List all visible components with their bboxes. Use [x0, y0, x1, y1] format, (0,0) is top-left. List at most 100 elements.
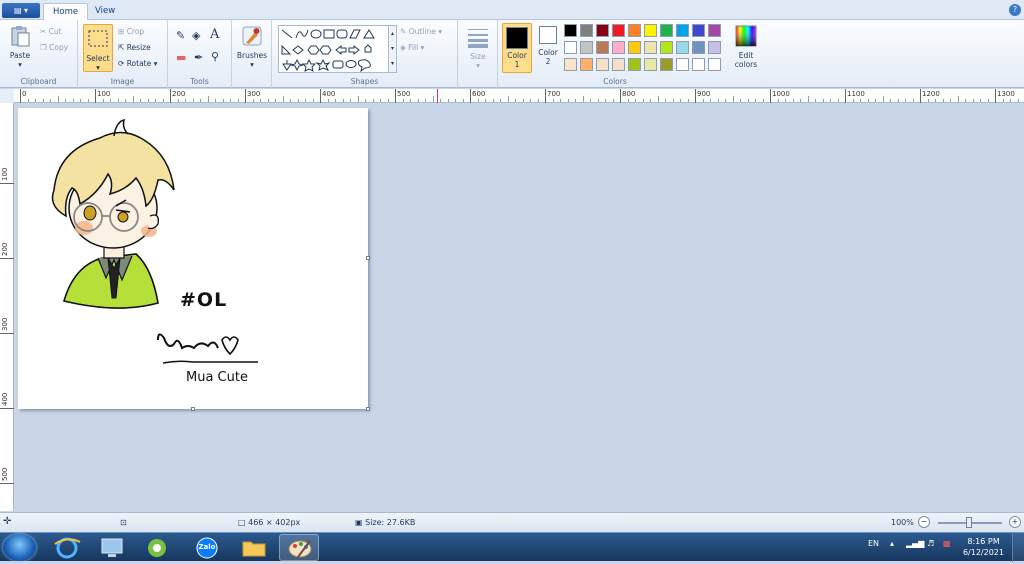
paint-menu-button[interactable]: ▤ ▾ — [2, 3, 40, 18]
system-clock[interactable]: 8:16 PM 6/12/2021 — [963, 536, 1004, 558]
resize-handle-right[interactable] — [366, 256, 370, 260]
resize-handle-corner[interactable] — [366, 407, 370, 411]
color-swatch[interactable] — [676, 24, 689, 37]
edit-colors-button[interactable]: Edit colors — [730, 25, 762, 69]
color-swatch[interactable] — [628, 58, 641, 71]
color-swatch[interactable] — [644, 41, 657, 54]
color-swatch[interactable] — [564, 41, 577, 54]
color-swatch[interactable] — [596, 24, 609, 37]
taskbar-app-green[interactable] — [137, 534, 177, 561]
color-swatch[interactable] — [628, 41, 641, 54]
color-swatch[interactable] — [564, 58, 577, 71]
color-swatch[interactable] — [692, 41, 705, 54]
show-hidden-icons[interactable]: ▴ — [890, 539, 894, 548]
image-group: Select ▾ ⊞ Crop ⇱ Resize ⟳ Rotate ▾ Imag… — [78, 20, 168, 88]
taskbar-zalo[interactable]: Zalo — [187, 534, 227, 561]
color2-button[interactable]: Color 2 — [534, 26, 562, 66]
taskbar-remote-desktop[interactable] — [92, 534, 132, 561]
shapes-scroll[interactable]: ▴ ▾ ▾ — [388, 25, 397, 73]
ruler-tick — [920, 89, 921, 103]
edit-colors-label: Edit — [738, 51, 754, 60]
pencil-icon[interactable]: ✎ — [176, 29, 185, 42]
zoom-out-button[interactable]: − — [918, 516, 930, 528]
color-swatch[interactable] — [660, 58, 673, 71]
ruler-minor-tick — [710, 99, 711, 102]
ruler-minor-tick — [485, 99, 486, 102]
volume-icon[interactable]: ♬ — [927, 539, 934, 548]
brushes-group: Brushes ▾ — [232, 20, 272, 88]
copy-button[interactable]: ❐ Copy — [40, 43, 68, 52]
show-desktop-button[interactable] — [1012, 533, 1024, 562]
rotate-button[interactable]: ⟳ Rotate ▾ — [118, 59, 157, 68]
color1-label: Color — [507, 51, 527, 60]
ruler-minor-tick — [942, 99, 944, 102]
color-swatch[interactable] — [628, 24, 641, 37]
file-size: ▣ Size: 27.6KB — [355, 518, 415, 527]
language-indicator[interactable]: EN — [868, 539, 879, 548]
brush-icon — [242, 26, 262, 46]
color-swatch[interactable] — [564, 24, 577, 37]
ruler-label: 800 — [622, 90, 636, 98]
color-swatch[interactable] — [644, 58, 657, 71]
color-swatch[interactable] — [612, 24, 625, 37]
paste-button[interactable]: Paste ▾ — [6, 25, 34, 69]
taskbar-paint[interactable] — [279, 534, 319, 561]
drawing-canvas[interactable]: #OL Mua Cute — [18, 108, 370, 411]
eraser-icon[interactable]: ▬ — [176, 51, 186, 64]
tab-view[interactable]: View — [86, 3, 124, 20]
fill-bucket-icon[interactable]: ◈ — [192, 29, 200, 42]
resize-button[interactable]: ⇱ Resize — [118, 43, 151, 52]
ruler-minor-tick — [642, 99, 644, 102]
color-picker-icon[interactable]: ✒ — [194, 51, 203, 64]
zoom-in-button[interactable]: + — [1009, 516, 1021, 528]
taskbar-internet-explorer[interactable] — [47, 534, 87, 561]
color-swatch[interactable] — [644, 24, 657, 37]
ruler-minor-tick — [552, 99, 554, 102]
start-button[interactable] — [3, 534, 36, 561]
color-swatch[interactable] — [676, 41, 689, 54]
tab-home[interactable]: Home — [43, 3, 89, 20]
color-swatch[interactable] — [580, 24, 593, 37]
ribbon-tabs: ▤ ▾ Home View ? — [0, 0, 1024, 20]
brushes-button[interactable]: Brushes ▾ — [236, 25, 268, 69]
help-icon[interactable]: ? — [1009, 4, 1021, 16]
color-swatch[interactable] — [660, 24, 673, 37]
fill-button[interactable]: ◈ Fill ▾ — [400, 43, 424, 52]
taskbar-file-explorer[interactable] — [234, 534, 274, 561]
brushes-label: Brushes — [236, 51, 268, 60]
ruler-minor-tick — [912, 99, 914, 102]
resize-handle-bottom[interactable] — [191, 407, 195, 411]
size-group: Size ▾ — [458, 20, 498, 88]
color-swatch[interactable] — [612, 58, 625, 71]
color-swatch[interactable] — [580, 58, 593, 71]
ruler-minor-tick — [132, 96, 134, 102]
color-swatch[interactable] — [596, 41, 609, 54]
color-swatch[interactable] — [708, 58, 721, 71]
tools-group: ✎ ◈ A ▬ ✒ ⚲ Tools — [168, 20, 232, 88]
zoom-slider-thumb[interactable] — [966, 517, 972, 528]
color-swatch[interactable] — [660, 41, 673, 54]
ruler-minor-tick — [537, 99, 539, 102]
network-signal-icon[interactable]: ▂▄▆ — [906, 539, 924, 548]
text-tool-icon[interactable]: A — [210, 27, 219, 42]
select-button[interactable]: Select ▾ — [83, 24, 113, 72]
color-swatch[interactable] — [612, 41, 625, 54]
color-swatch[interactable] — [692, 58, 705, 71]
color-swatch[interactable] — [708, 41, 721, 54]
shapes-gallery[interactable] — [278, 25, 396, 73]
ruler-minor-tick — [687, 99, 689, 102]
color-swatch[interactable] — [676, 58, 689, 71]
magnifier-icon[interactable]: ⚲ — [211, 50, 219, 63]
size-button[interactable]: Size ▾ — [463, 26, 493, 70]
color-swatch[interactable] — [692, 24, 705, 37]
vertical-ruler: 100 200 300 400 500 — [0, 103, 14, 511]
crop-button[interactable]: ⊞ Crop — [118, 27, 144, 36]
power-battery-icon[interactable]: ▩ — [943, 539, 951, 548]
color-swatch[interactable] — [596, 58, 609, 71]
color-swatch[interactable] — [708, 24, 721, 37]
outline-button[interactable]: ✎ Outline ▾ — [400, 27, 442, 36]
ruler-minor-tick — [222, 99, 224, 102]
cut-button[interactable]: ✂ Cut — [40, 27, 62, 36]
color1-button[interactable]: Color 1 — [502, 23, 532, 73]
color-swatch[interactable] — [580, 41, 593, 54]
